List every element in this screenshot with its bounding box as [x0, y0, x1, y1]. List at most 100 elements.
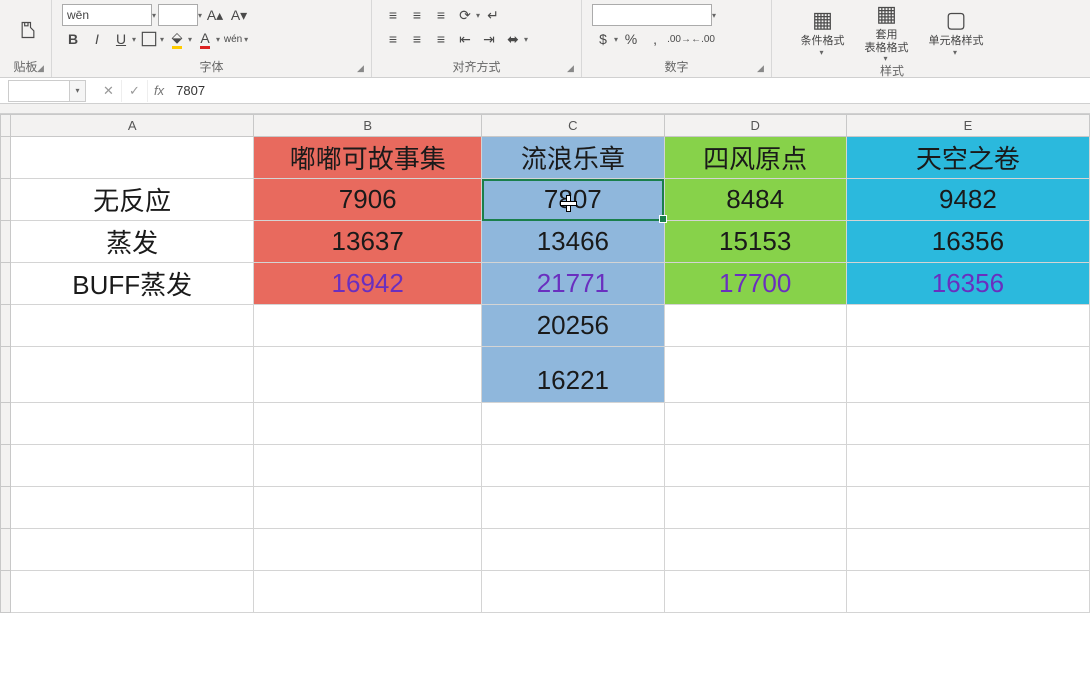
cell[interactable] [664, 571, 846, 613]
cell[interactable] [664, 529, 846, 571]
decrease-decimal-button[interactable]: ←.00 [692, 28, 714, 50]
fill-color-button[interactable]: ⬙ [166, 28, 188, 50]
cell[interactable]: 17700 [664, 263, 846, 305]
spreadsheet-grid[interactable]: A B C D E 嘟嘟可故事集 流浪乐章 四风原点 天空之卷 无反应 7906… [0, 114, 1090, 681]
chevron-down-icon[interactable]: ▾ [476, 11, 480, 20]
cell[interactable]: 20256 [482, 305, 664, 347]
font-color-button[interactable]: A [194, 28, 216, 50]
cell[interactable] [254, 487, 482, 529]
cell[interactable]: 16356 [846, 221, 1089, 263]
increase-indent-button[interactable]: ⇥ [478, 28, 500, 50]
bold-button[interactable]: B [62, 28, 84, 50]
name-box[interactable] [8, 80, 70, 102]
cell[interactable] [254, 347, 482, 403]
fx-icon[interactable]: fx [154, 83, 164, 98]
align-bottom-button[interactable]: ≡ [430, 4, 452, 26]
cell[interactable] [664, 445, 846, 487]
cell[interactable]: 13466 [482, 221, 664, 263]
cell[interactable] [846, 347, 1089, 403]
cell[interactable]: 天空之卷 [846, 137, 1089, 179]
increase-decimal-button[interactable]: .00→ [668, 28, 690, 50]
expand-icon[interactable]: ◢ [567, 63, 579, 75]
col-header-D[interactable]: D [664, 115, 846, 137]
cell[interactable] [664, 487, 846, 529]
chevron-down-icon[interactable]: ▾ [614, 35, 618, 44]
chevron-down-icon[interactable]: ▾ [198, 11, 202, 20]
cell[interactable] [664, 403, 846, 445]
align-center-button[interactable]: ≡ [406, 28, 428, 50]
cell[interactable] [11, 403, 254, 445]
percent-button[interactable]: % [620, 28, 642, 50]
cell[interactable] [11, 571, 254, 613]
row-header[interactable] [1, 403, 11, 445]
comma-button[interactable]: , [644, 28, 666, 50]
cell[interactable] [846, 487, 1089, 529]
cell[interactable]: 16221 [482, 347, 664, 403]
cell[interactable] [846, 445, 1089, 487]
cell-selected[interactable]: 7807 [482, 179, 664, 221]
chevron-down-icon[interactable]: ▾ [160, 35, 164, 44]
number-format-select[interactable] [592, 4, 712, 26]
expand-icon[interactable]: ◢ [37, 63, 49, 75]
cell[interactable] [11, 445, 254, 487]
expand-icon[interactable]: ◢ [357, 63, 369, 75]
cell[interactable] [11, 347, 254, 403]
cell-styles-button[interactable]: ▢ 单元格样式 ▾ [922, 4, 991, 60]
increase-font-button[interactable]: A▴ [204, 4, 226, 26]
col-header-A[interactable]: A [11, 115, 254, 137]
wrap-text-button[interactable]: ↵ [482, 4, 504, 26]
row-header[interactable] [1, 347, 11, 403]
cell[interactable]: 13637 [254, 221, 482, 263]
row-header[interactable] [1, 221, 11, 263]
cell[interactable] [482, 445, 664, 487]
chevron-down-icon[interactable]: ▾ [524, 35, 528, 44]
cell[interactable]: BUFF蒸发 [11, 263, 254, 305]
cell[interactable]: 无反应 [11, 179, 254, 221]
col-header-B[interactable]: B [254, 115, 482, 137]
cell[interactable]: 16356 [846, 263, 1089, 305]
cell[interactable]: 7906 [254, 179, 482, 221]
row-header[interactable] [1, 179, 11, 221]
cell[interactable]: 8484 [664, 179, 846, 221]
chevron-down-icon[interactable]: ▾ [152, 11, 156, 20]
font-name-input[interactable] [62, 4, 152, 26]
row-header[interactable] [1, 445, 11, 487]
formula-input[interactable] [170, 80, 1090, 102]
cell[interactable] [11, 305, 254, 347]
cell[interactable]: 15153 [664, 221, 846, 263]
cell[interactable] [482, 571, 664, 613]
select-all-corner[interactable] [1, 115, 11, 137]
cell[interactable] [11, 487, 254, 529]
cell[interactable] [11, 529, 254, 571]
font-size-input[interactable] [158, 4, 198, 26]
cell[interactable] [254, 529, 482, 571]
underline-button[interactable]: U [110, 28, 132, 50]
accounting-format-button[interactable]: $ [592, 28, 614, 50]
cell[interactable]: 四风原点 [664, 137, 846, 179]
row-header[interactable] [1, 529, 11, 571]
cell[interactable] [254, 403, 482, 445]
name-box-dropdown[interactable]: ▾ [70, 80, 86, 102]
cell[interactable] [254, 305, 482, 347]
cell[interactable] [846, 571, 1089, 613]
cell[interactable]: 21771 [482, 263, 664, 305]
italic-button[interactable]: I [86, 28, 108, 50]
cell[interactable] [664, 347, 846, 403]
col-header-C[interactable]: C [482, 115, 664, 137]
cell[interactable] [254, 445, 482, 487]
cell[interactable] [846, 305, 1089, 347]
align-middle-button[interactable]: ≡ [406, 4, 428, 26]
chevron-down-icon[interactable]: ▾ [244, 35, 248, 44]
enter-button[interactable]: ✓ [122, 80, 148, 102]
row-header[interactable] [1, 305, 11, 347]
phonetic-button[interactable]: wén [222, 28, 244, 50]
border-button[interactable] [138, 28, 160, 50]
cancel-button[interactable]: ✕ [96, 80, 122, 102]
decrease-font-button[interactable]: A▾ [228, 4, 250, 26]
cell[interactable]: 蒸发 [11, 221, 254, 263]
cell[interactable] [254, 571, 482, 613]
chevron-down-icon[interactable]: ▾ [132, 35, 136, 44]
cell[interactable]: 嘟嘟可故事集 [254, 137, 482, 179]
chevron-down-icon[interactable]: ▾ [712, 11, 716, 20]
decrease-indent-button[interactable]: ⇤ [454, 28, 476, 50]
